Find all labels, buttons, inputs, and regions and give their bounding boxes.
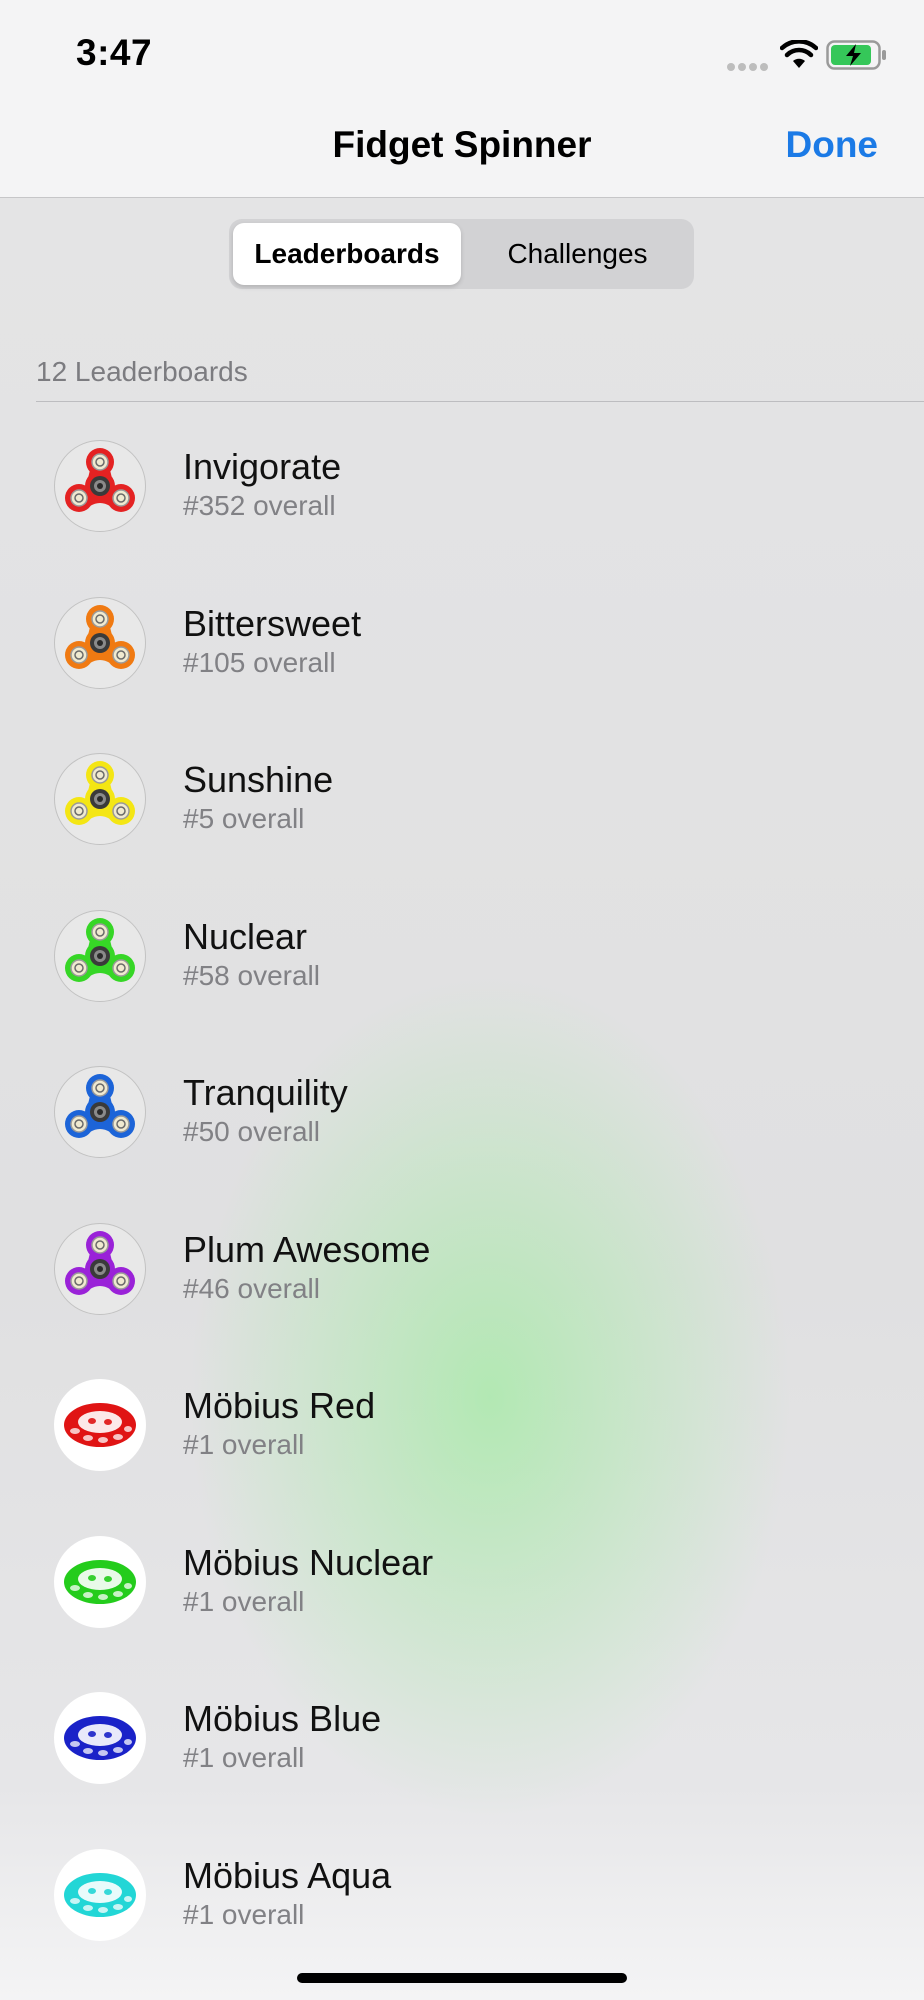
mobius-icon bbox=[64, 1559, 136, 1604]
spinner-avatar bbox=[54, 1222, 146, 1315]
segment-leaderboards[interactable]: Leaderboards bbox=[233, 223, 461, 285]
spinner-avatar bbox=[54, 596, 146, 689]
navigation-bar: Fidget Spinner Done bbox=[0, 110, 924, 198]
leaderboard-row[interactable]: Tranquility #50 overall bbox=[0, 1028, 924, 1184]
mobius-avatar bbox=[54, 1535, 146, 1628]
leaderboard-rank: #105 overall bbox=[183, 646, 336, 678]
segment-challenges[interactable]: Challenges bbox=[465, 223, 690, 285]
mobius-icon bbox=[64, 1403, 136, 1447]
mobius-avatar bbox=[54, 1692, 146, 1784]
leaderboard-row[interactable]: Möbius Red #1 overall bbox=[0, 1341, 924, 1497]
leaderboard-row[interactable]: Plum Awesome #46 overall bbox=[0, 1185, 924, 1341]
mobius-avatar bbox=[54, 1379, 146, 1471]
segmented-control: Leaderboards Challenges bbox=[229, 219, 694, 289]
leaderboard-name: Nuclear bbox=[183, 915, 308, 957]
status-bar: 3:47 bbox=[0, 0, 924, 110]
leaderboard-name: Plum Awesome bbox=[183, 1228, 431, 1270]
leaderboard-rank: #5 overall bbox=[183, 803, 305, 834]
mobius-icon bbox=[64, 1872, 136, 1917]
spinner-icon bbox=[65, 1230, 135, 1295]
spinner-avatar bbox=[54, 909, 146, 1002]
leaderboard-name: Möbius Nuclear bbox=[183, 1541, 434, 1583]
leaderboard-rank: #50 overall bbox=[183, 1116, 320, 1147]
leaderboard-row[interactable]: Möbius Nuclear #1 overall bbox=[0, 1498, 924, 1654]
spinner-icon bbox=[65, 448, 135, 512]
leaderboard-name: Invigorate bbox=[183, 446, 342, 487]
leaderboard-name: Möbius Blue bbox=[183, 1698, 382, 1739]
leaderboard-name: Möbius Aqua bbox=[183, 1854, 392, 1896]
spinner-avatar bbox=[54, 440, 146, 532]
leaderboard-rank: #58 overall bbox=[183, 959, 320, 991]
signal-icon bbox=[727, 58, 771, 76]
mobius-icon bbox=[64, 1716, 136, 1760]
leaderboard-row[interactable]: Bittersweet #105 overall bbox=[0, 559, 924, 715]
spinner-avatar bbox=[54, 753, 146, 845]
done-button[interactable]: Done bbox=[786, 124, 879, 166]
home-indicator[interactable] bbox=[297, 1973, 627, 1983]
leaderboard-row[interactable]: Möbius Blue #1 overall bbox=[0, 1654, 924, 1810]
leaderboard-rank: #1 overall bbox=[183, 1898, 305, 1930]
leaderboard-rank: #46 overall bbox=[183, 1272, 320, 1304]
leaderboard-name: Bittersweet bbox=[183, 602, 362, 644]
battery-icon bbox=[826, 40, 886, 70]
leaderboard-name: Sunshine bbox=[183, 759, 334, 800]
spinner-icon bbox=[65, 604, 135, 669]
leaderboard-row[interactable]: Nuclear #58 overall bbox=[0, 872, 924, 1028]
leaderboard-row[interactable]: Invigorate #352 overall bbox=[0, 402, 924, 558]
leaderboard-row[interactable]: Sunshine #5 overall bbox=[0, 715, 924, 871]
leaderboard-rank: #1 overall bbox=[183, 1742, 305, 1773]
leaderboard-row[interactable]: Möbius Aqua #1 overall bbox=[0, 1811, 924, 1967]
spinner-icon bbox=[65, 761, 135, 825]
leaderboard-name: Möbius Red bbox=[183, 1385, 376, 1426]
spinner-icon bbox=[65, 1074, 135, 1138]
status-time: 3:47 bbox=[76, 32, 153, 73]
leaderboard-rank: #1 overall bbox=[183, 1429, 305, 1460]
spinner-icon bbox=[65, 917, 135, 982]
leaderboard-rank: #352 overall bbox=[183, 490, 336, 521]
section-header: 12 Leaderboards bbox=[36, 356, 248, 387]
spinner-avatar bbox=[54, 1066, 146, 1158]
leaderboard-name: Tranquility bbox=[183, 1072, 348, 1113]
leaderboard-rank: #1 overall bbox=[183, 1585, 305, 1617]
wifi-icon bbox=[780, 40, 818, 68]
mobius-avatar bbox=[54, 1848, 146, 1941]
